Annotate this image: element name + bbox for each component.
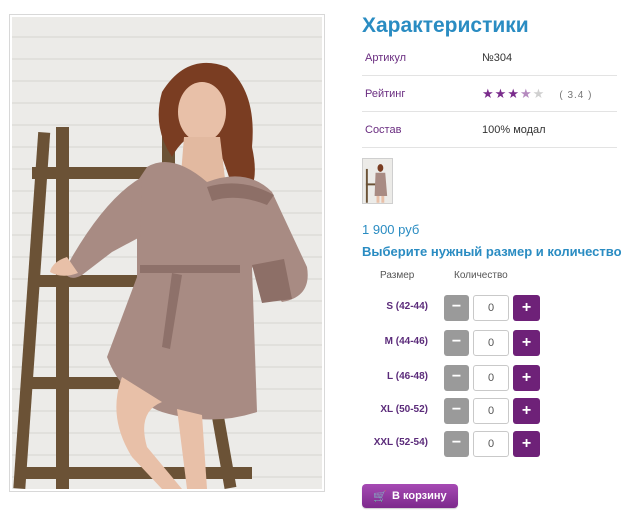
column-header-size: Размер [380, 270, 415, 281]
size-row-l: L (46-48) − + [362, 365, 542, 391]
star-icon: ★ [494, 85, 507, 101]
product-photo-illustration [12, 17, 322, 489]
star-icon: ★ [532, 85, 545, 101]
star-icon: ★ [507, 85, 519, 101]
rating-stars: ★ ★ ★ ★ ★ [482, 87, 544, 100]
spec-row-rating: Рейтинг ★ ★ ★ ★ ★ ( 3.4 ) [362, 76, 617, 112]
decrease-quantity-button[interactable]: − [444, 330, 469, 356]
quantity-input[interactable] [473, 330, 509, 356]
quantity-input[interactable] [473, 365, 509, 391]
quantity-input[interactable] [473, 431, 509, 457]
increase-quantity-button[interactable]: + [513, 365, 540, 391]
add-to-cart-label: В корзину [392, 490, 447, 502]
spec-key: Состав [365, 123, 402, 136]
cart-icon: 🛒 [373, 490, 388, 503]
quantity-input[interactable] [473, 295, 509, 321]
size-row-m: M (44-46) − + [362, 330, 542, 356]
decrease-quantity-button[interactable]: − [444, 431, 469, 457]
product-thumbnail[interactable] [362, 158, 393, 204]
star-icon: ★ [482, 85, 494, 101]
size-label: XXL (52-54) [373, 437, 428, 448]
price: 1 900 руб [362, 222, 420, 237]
rating-number: ( 3.4 ) [559, 89, 593, 101]
section-title: Характеристики [362, 14, 529, 37]
size-label: M (44-46) [384, 336, 428, 347]
quantity-input[interactable] [473, 398, 509, 424]
add-to-cart-button[interactable]: 🛒 В корзину [362, 484, 458, 508]
specs-table: Артикул №304 Рейтинг ★ ★ ★ ★ ★ ( 3.4 ) Соста… [362, 40, 617, 148]
spec-row-sku: Артикул №304 [362, 40, 617, 76]
spec-key: Рейтинг [365, 87, 406, 100]
decrease-quantity-button[interactable]: − [444, 398, 469, 424]
spec-row-material: Состав 100% модал [362, 112, 617, 148]
size-row-s: S (42-44) − + [362, 295, 542, 321]
decrease-quantity-button[interactable]: − [444, 295, 469, 321]
choose-size-heading: Выберите нужный размер и количество [362, 244, 622, 259]
product-main-image[interactable] [9, 14, 325, 492]
thumbnail-illustration [363, 159, 392, 203]
increase-quantity-button[interactable]: + [513, 295, 540, 321]
decrease-quantity-button[interactable]: − [444, 365, 469, 391]
size-label: S (42-44) [386, 301, 428, 312]
rating-value: ★ ★ ★ ★ ★ ( 3.4 ) [482, 87, 592, 101]
size-label: L (46-48) [387, 371, 428, 382]
spec-value: №304 [482, 51, 513, 64]
size-row-xxl: XXL (52-54) − + [362, 431, 542, 457]
size-row-xl: XL (50-52) − + [362, 398, 542, 424]
increase-quantity-button[interactable]: + [513, 431, 540, 457]
increase-quantity-button[interactable]: + [513, 330, 540, 356]
size-label: XL (50-52) [380, 404, 428, 415]
column-header-quantity: Количество [454, 270, 508, 281]
spec-value: 100% модал [482, 123, 546, 136]
star-icon: ★ [519, 85, 532, 101]
spec-key: Артикул [365, 51, 407, 64]
increase-quantity-button[interactable]: + [513, 398, 540, 424]
